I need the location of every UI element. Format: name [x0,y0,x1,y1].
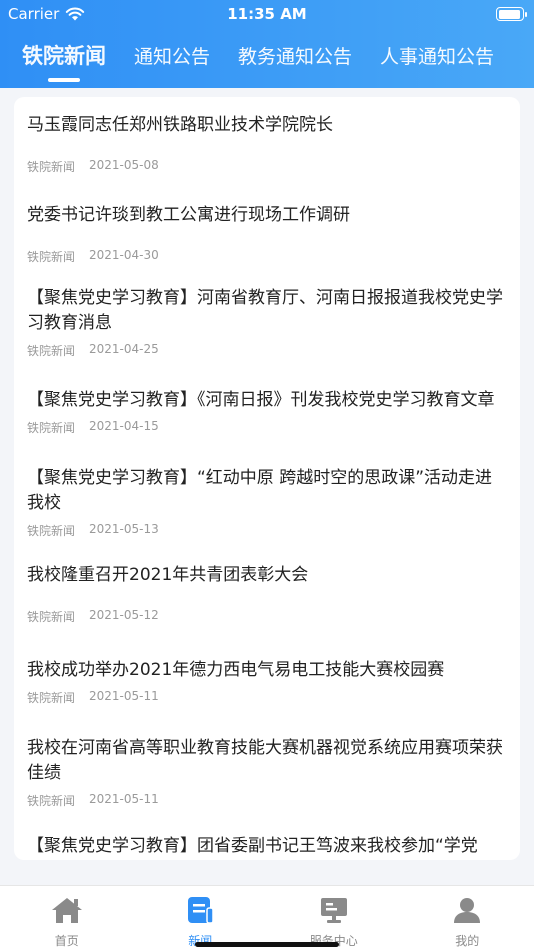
news-item[interactable]: 我校隆重召开2021年共青团表彰大会铁院新闻 2021-05-12 [14,547,520,637]
tabbar-label: 我的 [455,934,480,948]
news-source: 铁院新闻 [27,793,76,808]
tabbar-item-3[interactable]: 我的 [401,886,534,950]
tab-0[interactable]: 铁院新闻 [22,40,106,70]
news-meta: 铁院新闻 2021-05-12 [27,608,507,625]
news-source: 铁院新闻 [27,610,76,624]
news-item[interactable]: 党委书记许琰到教工公寓进行现场工作调研铁院新闻 2021-04-30 [14,187,520,277]
news-source: 铁院新闻 [27,343,76,358]
news-source: 铁院新闻 [27,421,76,435]
category-tabs: 铁院新闻 通知公告 教务通知公告 人事通知公告 [0,28,534,82]
news-meta: 铁院新闻 2021-05-11 [27,689,507,706]
news-title: 党委书记许琰到教工公寓进行现场工作调研 [27,205,350,225]
tab-2[interactable]: 教务通知公告 [238,42,352,69]
news-date: 2021-05-11 [89,791,159,806]
news-list: 马玉霞同志任郑州铁路职业技术学院院长铁院新闻 2021-05-08 党委书记许琰到教… [14,97,520,860]
news-title: 我校成功举办2021年德力西电气易电工技能大赛校园赛 [27,660,445,680]
news-title: 我校在河南省高等职业教育技能大赛机器视觉系统应用赛项荣获佳绩 [27,737,503,783]
battery-icon [496,7,527,21]
news-source: 铁院新闻 [27,250,76,264]
news-title: 【聚焦党史学习教育】团省委副书记王笃波来我校参加“学党史，强信念，跟党走”主题团… [27,836,478,856]
news-item[interactable]: 【聚焦党史学习教育】“红动中原 跨越时空的思政课”活动走进我校铁院新闻 2021-… [14,457,520,547]
news-date: 2021-05-11 [89,689,159,703]
bottom-tab-bar: 首页 新闻 服务中心我的 [0,885,534,950]
news-source: 铁院新闻 [27,691,76,705]
news-meta: 铁院新闻 2021-04-15 [27,419,507,436]
news-item[interactable]: 我校在河南省高等职业教育技能大赛机器视觉系统应用赛项荣获佳绩铁院新闻 2021-0… [14,727,520,817]
news-date: 2021-04-30 [89,248,159,262]
news-meta: 铁院新闻 2021-04-25 [27,342,507,359]
tabbar-item-0[interactable]: 首页 [0,886,134,950]
app-header: Carrier 11:35 AM 铁院新闻 通知公告 教务通知公告 人事通知公告 [0,0,534,88]
news-title: 我校隆重召开2021年共青团表彰大会 [27,565,309,585]
tabbar-item-2[interactable]: 服务中心 [267,886,401,950]
home-icon [50,896,84,928]
wifi-icon [66,7,85,21]
news-date: 2021-04-15 [89,419,159,433]
news-source: 铁院新闻 [27,160,76,174]
tab-3[interactable]: 人事通知公告 [380,42,494,69]
news-icon [185,896,215,928]
news-title: 马玉霞同志任郑州铁路职业技术学院院长 [27,115,333,135]
status-left: Carrier [8,5,85,23]
news-date: 2021-04-25 [89,341,159,356]
news-item[interactable]: 马玉霞同志任郑州铁路职业技术学院院长铁院新闻 2021-05-08 [14,97,520,187]
news-source: 铁院新闻 [27,523,76,538]
tab-1[interactable]: 通知公告 [134,42,210,69]
news-item[interactable]: 【聚焦党史学习教育】团省委副书记王笃波来我校参加“学党史，强信念，跟党走”主题团… [14,817,520,860]
news-item[interactable]: 【聚焦党史学习教育】河南省教育厅、河南日报报道我校党史学习教育消息铁院新闻 202… [14,277,520,367]
news-item[interactable]: 【聚焦党史学习教育】《河南日报》刊发我校党史学习教育文章铁院新闻 2021-04-… [14,367,520,457]
carrier-label: Carrier [8,5,60,23]
news-item[interactable]: 我校成功举办2021年德力西电气易电工技能大赛校园赛铁院新闻 2021-05-11 [14,637,520,727]
profile-icon [452,896,482,928]
tabbar-item-1[interactable]: 新闻 [134,886,268,950]
news-title: 【聚焦党史学习教育】“红动中原 跨越时空的思政课”活动走进我校 [27,467,493,513]
news-meta: 铁院新闻 2021-05-11 [27,792,507,809]
battery-level [498,9,521,19]
home-indicator [195,942,339,947]
news-date: 2021-05-08 [89,158,159,172]
tabbar-label: 首页 [54,934,79,948]
status-bar: Carrier 11:35 AM [0,0,534,28]
news-meta: 铁院新闻 2021-04-30 [27,248,507,265]
news-meta: 铁院新闻 2021-05-08 [27,158,507,175]
news-meta: 铁院新闻 2021-05-13 [27,522,507,539]
news-title: 【聚焦党史学习教育】《河南日报》刊发我校党史学习教育文章 [27,390,495,410]
news-date: 2021-05-12 [89,608,159,622]
news-title: 【聚焦党史学习教育】河南省教育厅、河南日报报道我校党史学习教育消息 [27,287,503,333]
service-center-icon [319,896,349,928]
news-date: 2021-05-13 [89,521,159,536]
